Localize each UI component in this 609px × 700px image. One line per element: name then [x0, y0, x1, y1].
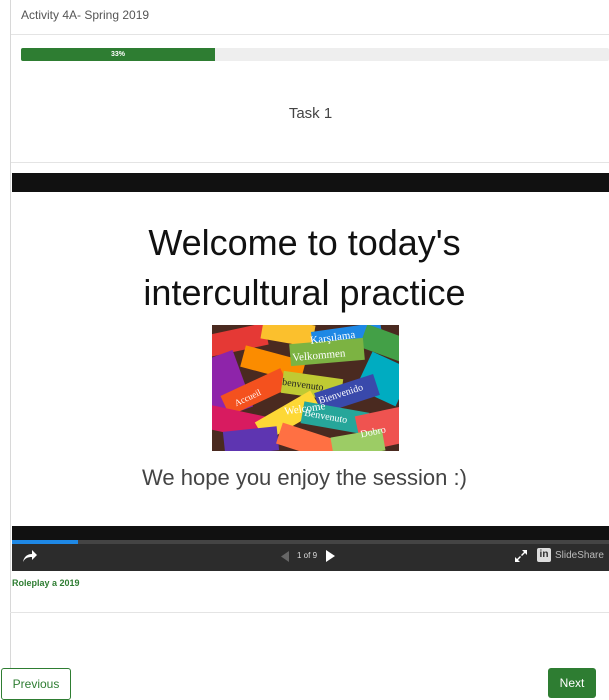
player-controls: 1 of 9 in SlideShare — [12, 540, 609, 571]
progress-fill: 33% — [21, 48, 216, 61]
slide-headline-line2: intercultural practice — [143, 272, 466, 313]
slide-progress-bar[interactable] — [12, 540, 609, 544]
slide-progress-fill — [12, 540, 78, 544]
share-icon[interactable] — [22, 549, 38, 563]
welcome-words-image: Karşılama Velkommen benvenuto Welcome Bi… — [212, 325, 399, 451]
task-title: Task 1 — [288, 105, 333, 122]
progress-label: 33% — [111, 51, 126, 58]
slide-page-counter: 1 of 9 — [297, 551, 318, 560]
slideshare-brand[interactable]: SlideShare — [555, 550, 604, 561]
previous-slide-icon[interactable] — [280, 551, 290, 562]
next-button[interactable]: Next — [548, 668, 596, 698]
slide: Welcome to today's intercultural practic… — [12, 192, 609, 526]
divider — [10, 612, 609, 613]
slide-headline: Welcome to today's intercultural practic… — [12, 218, 597, 318]
activity-title: Activity 4A- Spring 2019 — [21, 8, 150, 22]
linkedin-icon[interactable]: in — [537, 548, 551, 562]
welcome-words-collage: Karşılama Velkommen benvenuto Welcome Bi… — [212, 325, 399, 451]
slideshare-source-link[interactable]: Roleplay a 2019 — [12, 578, 80, 588]
divider — [11, 162, 609, 163]
fullscreen-icon[interactable] — [515, 550, 527, 562]
previous-button[interactable]: Previous — [1, 668, 71, 700]
slideshare-viewer[interactable]: Welcome to today's intercultural practic… — [12, 173, 609, 571]
slide-headline-line1: Welcome to today's — [148, 222, 461, 263]
slide-subtitle: We hope you enjoy the session :) — [142, 465, 467, 490]
progress-bar: 33% — [21, 48, 609, 61]
divider — [11, 34, 609, 35]
next-slide-icon[interactable] — [325, 550, 336, 562]
